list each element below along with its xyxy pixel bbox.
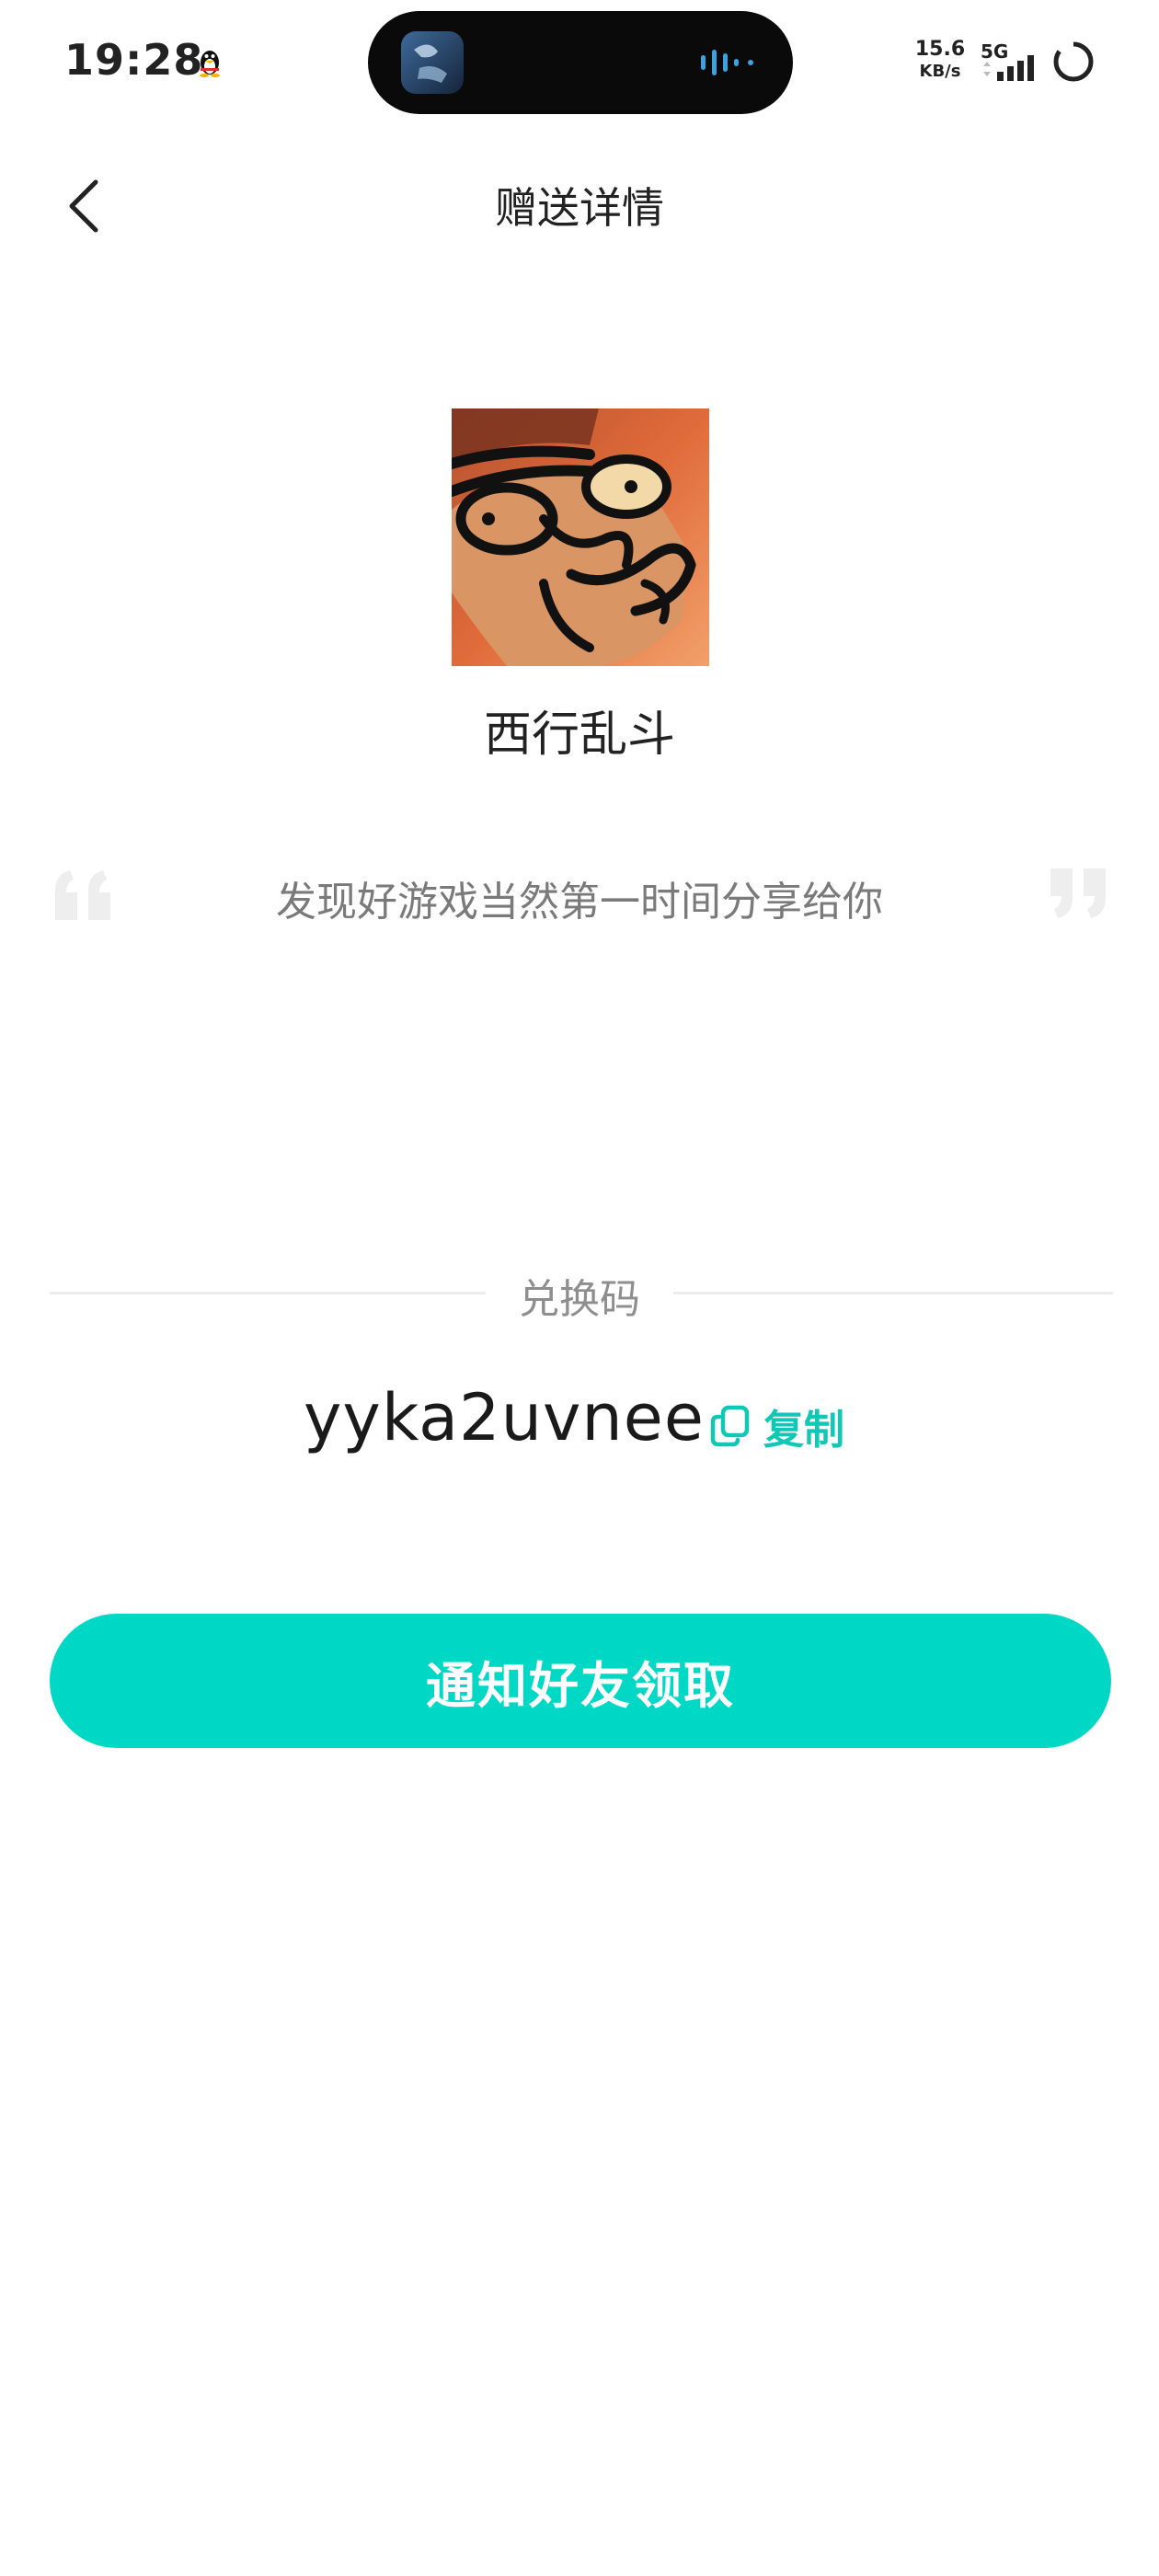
notify-friend-button-label: 通知好友领取 xyxy=(426,1658,735,1714)
game-cover-image xyxy=(452,408,709,666)
network-speed-unit: KB/s xyxy=(919,62,961,81)
notify-friend-button[interactable]: 通知好友领取 xyxy=(50,1614,1111,1748)
redeem-code-value: yyka2uvnee xyxy=(304,1380,705,1455)
battery-ring-icon xyxy=(1053,41,1094,82)
divider-right xyxy=(673,1292,1113,1294)
page-title: 赠送详情 xyxy=(495,183,664,233)
gift-detail-page: 19:28 15.6 KB/s 5G 赠送详情 西行乱斗 发现好游戏当然第一时间… xyxy=(0,0,1159,2576)
copy-button[interactable]: 复制 xyxy=(708,1400,865,1454)
quote-close-icon xyxy=(1050,868,1106,918)
chevron-left-icon xyxy=(69,179,98,233)
share-message: 发现好游戏当然第一时间分享给你 xyxy=(276,879,883,926)
copy-button-label: 复制 xyxy=(763,1407,844,1454)
copy-icon xyxy=(710,1405,750,1447)
back-button[interactable] xyxy=(52,169,125,243)
redeem-code-label: 兑换码 xyxy=(519,1276,640,1323)
signal-strength-icon xyxy=(983,55,1034,81)
audio-wave-icon xyxy=(701,50,753,75)
now-playing-thumbnail xyxy=(401,31,464,94)
status-bar: 19:28 15.6 KB/s 5G xyxy=(0,0,1159,129)
nav-bar: 赠送详情 xyxy=(0,156,1159,258)
status-time: 19:28 xyxy=(64,35,204,85)
qq-penguin-icon xyxy=(200,51,220,77)
network-speed: 15.6 KB/s xyxy=(912,39,968,83)
dynamic-island[interactable] xyxy=(368,11,793,114)
game-name: 西行乱斗 xyxy=(483,707,675,763)
network-speed-value: 15.6 xyxy=(914,38,966,61)
